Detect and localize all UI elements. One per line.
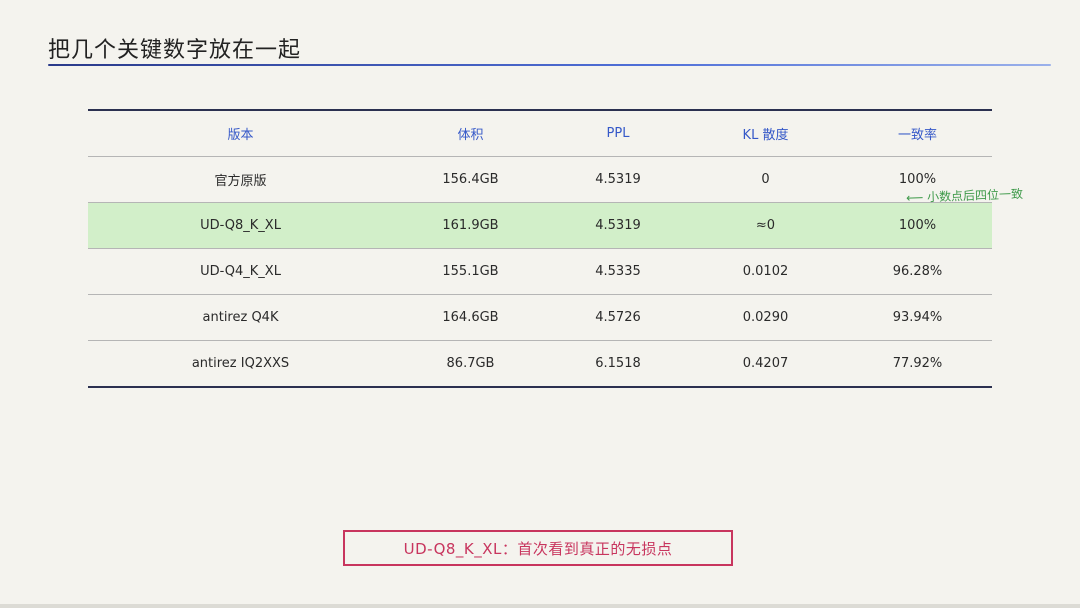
lossless-callout: UD-Q8_K_XL：首次看到真正的无损点 bbox=[343, 530, 733, 566]
table-row: antirez IQ2XXS 86.7GB 6.1518 0.4207 77.9… bbox=[88, 341, 992, 387]
table-row: antirez Q4K 164.6GB 4.5726 0.0290 93.94% bbox=[88, 295, 992, 341]
cell-kl: 0 bbox=[761, 172, 770, 187]
cell-size: 155.1GB bbox=[442, 264, 499, 279]
table-header-row: 版本 体积 PPL KL 散度 一致率 bbox=[88, 110, 992, 157]
title-underline bbox=[48, 64, 1051, 66]
header-agreement-rate: 一致率 bbox=[897, 128, 937, 143]
cell-agreement: 96.28% bbox=[892, 264, 943, 279]
cell-ppl: 4.5319 bbox=[595, 172, 641, 187]
precision-annotation: ⟵ 小数点后四位一致 bbox=[905, 186, 1024, 206]
cell-kl: ≈0 bbox=[755, 218, 776, 233]
cell-kl: 0.0290 bbox=[742, 310, 789, 325]
cell-kl: 0.0102 bbox=[742, 264, 789, 279]
cell-agreement: 93.94% bbox=[892, 310, 943, 325]
header-ppl: PPL bbox=[606, 126, 630, 141]
cell-size: 164.6GB bbox=[442, 310, 499, 325]
comparison-table: 版本 体积 PPL KL 散度 一致率 官方原版 156.4GB 4.5319 … bbox=[88, 109, 992, 388]
cell-ppl: 4.5319 bbox=[595, 218, 641, 233]
cell-version: antirez IQ2XXS bbox=[191, 356, 290, 371]
header-version: 版本 bbox=[227, 128, 254, 143]
cell-version: antirez Q4K bbox=[202, 310, 279, 325]
cell-kl: 0.4207 bbox=[742, 356, 789, 371]
table-row-highlighted: UD-Q8_K_XL 161.9GB 4.5319 ≈0 100% bbox=[88, 202, 992, 249]
header-kl-divergence: KL 散度 bbox=[742, 128, 789, 143]
cell-size: 156.4GB bbox=[442, 172, 499, 187]
cell-size: 86.7GB bbox=[446, 356, 495, 371]
cell-size: 161.9GB bbox=[442, 218, 499, 233]
cell-ppl: 4.5335 bbox=[595, 264, 641, 279]
cell-version: 官方原版 bbox=[214, 174, 267, 189]
cell-agreement: 100% bbox=[898, 218, 937, 233]
callout-text: UD-Q8_K_XL：首次看到真正的无损点 bbox=[403, 539, 673, 558]
bottom-edge bbox=[0, 604, 1080, 608]
table-row: UD-Q4_K_XL 155.1GB 4.5335 0.0102 96.28% bbox=[88, 249, 992, 295]
cell-ppl: 4.5726 bbox=[595, 310, 641, 325]
cell-agreement: 77.92% bbox=[892, 356, 943, 371]
cell-version: UD-Q8_K_XL bbox=[200, 218, 281, 233]
slide-title: 把几个关键数字放在一起 bbox=[48, 38, 302, 63]
table-row: 官方原版 156.4GB 4.5319 0 100% bbox=[88, 157, 992, 203]
header-size: 体积 bbox=[457, 128, 484, 143]
cell-ppl: 6.1518 bbox=[595, 356, 641, 371]
cell-version: UD-Q4_K_XL bbox=[200, 264, 281, 279]
